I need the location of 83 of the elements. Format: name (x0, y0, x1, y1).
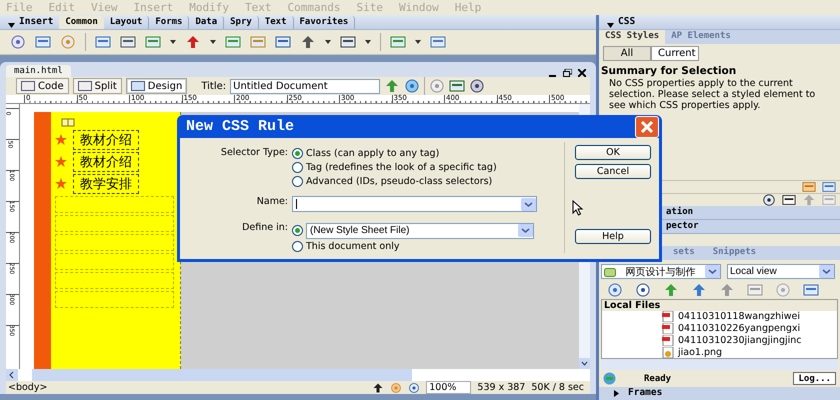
dialog-button[interactable]: OK (575, 145, 651, 160)
dialog-title: New CSS Rule (186, 118, 294, 135)
panel-title[interactable]: Insert (19, 16, 60, 29)
nav-link[interactable]: 教学安排 (73, 174, 139, 194)
insert-tab[interactable]: Spry (224, 16, 259, 29)
title-field[interactable]: Untitled Document (230, 78, 380, 94)
field-label: Name: (256, 196, 289, 209)
insert-tab[interactable]: Favorites (294, 16, 356, 29)
summary-text: No CSS properties apply to the current selection. Please select a styled element to see which CSS properties apply. (608, 77, 816, 111)
radio-option[interactable]: Advanced (IDs, pseudo-class selectors) (292, 175, 564, 188)
radio-label[interactable]: This document only (306, 241, 400, 252)
pdf-file-icon (662, 323, 674, 334)
panel-title[interactable]: pector (666, 221, 699, 231)
view-select[interactable]: Local view (727, 264, 835, 279)
insert-tab[interactable]: Text (258, 16, 294, 29)
nav-link[interactable]: 教材介绍 (73, 152, 139, 172)
site-select[interactable]: 网页设计与制作 (601, 264, 721, 279)
close-icon[interactable] (578, 69, 586, 77)
panel-title[interactable]: Frames (628, 387, 668, 400)
window-size-select[interactable]: 539 x 387 (477, 382, 526, 393)
insert-tab[interactable]: Data (189, 16, 224, 29)
insert-tab[interactable]: Common (59, 16, 104, 29)
radio-button[interactable] (292, 241, 303, 252)
section-title: Summary for Selection (600, 64, 738, 77)
file-name[interactable]: 04110310226yangpengxi (678, 323, 800, 334)
dialog-button[interactable]: Cancel (575, 164, 651, 179)
file-name[interactable]: 04110310118wangzhiwei (678, 311, 800, 322)
log-button[interactable]: Log... (793, 372, 836, 385)
mouse-cursor-icon (572, 200, 584, 216)
insert-tab[interactable]: Forms (149, 16, 190, 29)
insert-tab[interactable]: Layout (104, 16, 150, 29)
star-icon (55, 134, 67, 146)
collapse-triangle-icon[interactable] (8, 22, 15, 29)
dialog-button[interactable]: Help (575, 229, 651, 244)
caret-icon[interactable] (415, 40, 421, 44)
view-button[interactable]: Code (16, 78, 69, 94)
up-arrow-icon[interactable] (691, 283, 707, 297)
down-arrow-icon[interactable] (663, 283, 679, 297)
field-label: Define in: (241, 222, 289, 235)
view-button[interactable]: Split (72, 78, 122, 94)
title-label: Title: (201, 80, 226, 92)
star-icon (55, 156, 67, 168)
caret-icon[interactable] (170, 40, 176, 44)
view-icon (21, 81, 35, 91)
scroll-down-icon[interactable] (579, 358, 590, 369)
radio-option[interactable]: Tag (redefines the look of a specific tag) (292, 161, 564, 174)
tag-selector[interactable]: <body> (8, 382, 48, 393)
view-icon (78, 81, 92, 91)
panel-title[interactable]: ation (666, 207, 694, 217)
table-icon[interactable] (95, 35, 111, 49)
file-name[interactable]: 04110310230jiangjingjinc (678, 334, 802, 346)
expand-triangle-icon[interactable] (613, 390, 620, 397)
view-button[interactable]: Design (126, 78, 188, 94)
file-name[interactable]: jiao1.png (678, 346, 722, 358)
column-header: Local Files (602, 300, 837, 311)
field-label: Selector Type: (220, 147, 289, 160)
radio-option[interactable]: Class (can apply to any tag) (292, 147, 564, 160)
close-icon (640, 120, 654, 134)
star-icon (55, 178, 67, 190)
mode-button[interactable]: All (603, 46, 651, 61)
caret-icon[interactable] (365, 40, 371, 44)
zoom-select[interactable]: 100% (426, 381, 472, 394)
nav-link[interactable]: 教材介绍 (73, 130, 139, 150)
restore-icon[interactable] (563, 69, 572, 77)
mode-button[interactable]: Current (651, 46, 699, 61)
pdf-file-icon (662, 311, 674, 322)
panel-tab[interactable]: CSS Styles (599, 30, 666, 44)
radio-button[interactable] (292, 225, 303, 236)
scroll-left-icon[interactable] (6, 369, 18, 381)
download-size: 50K / 8 sec (531, 382, 585, 393)
caret-icon[interactable] (325, 40, 331, 44)
name-field[interactable] (292, 196, 537, 212)
pdf-file-icon (662, 334, 674, 346)
define-select[interactable]: (New Style Sheet File) (306, 222, 534, 238)
caret-icon[interactable] (210, 40, 216, 44)
view-icon (130, 81, 145, 91)
document-tab[interactable]: main.html (6, 65, 71, 77)
close-button[interactable] (635, 116, 659, 138)
scrollbar-thumb[interactable] (32, 369, 412, 381)
collapse-triangle-icon[interactable] (607, 22, 614, 29)
horizontal-scrollbar[interactable] (601, 359, 838, 370)
status-text: Ready (644, 374, 672, 384)
panel-title[interactable]: CSS (618, 16, 642, 29)
